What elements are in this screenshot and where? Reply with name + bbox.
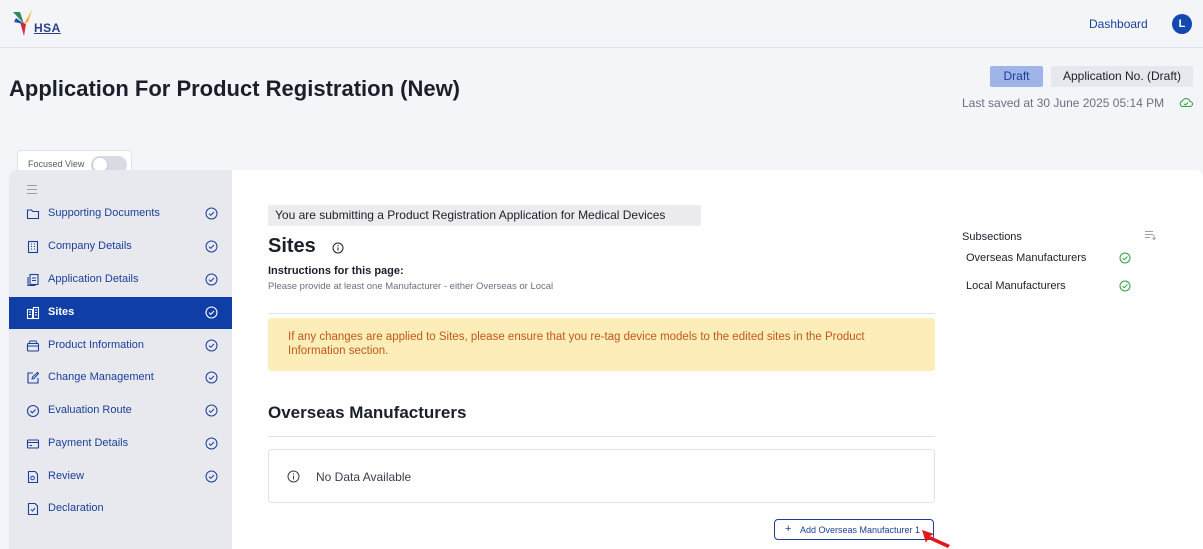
page-title: Application For Product Registration (Ne… bbox=[9, 76, 461, 101]
plus-icon: + bbox=[785, 523, 792, 535]
sidebar-item-application-details[interactable]: Application Details bbox=[9, 264, 232, 296]
sidebar: Supporting Documents Company Details App… bbox=[9, 170, 232, 549]
info-icon bbox=[287, 470, 300, 483]
top-bar: HSA Dashboard L bbox=[0, 0, 1203, 48]
check-circle-icon bbox=[205, 437, 218, 450]
check-circle-icon bbox=[205, 306, 218, 319]
focused-view-label: Focused View bbox=[28, 159, 85, 169]
sidebar-item-label: Supporting Documents bbox=[48, 207, 160, 219]
check-circle-icon bbox=[205, 339, 218, 352]
divider bbox=[268, 436, 935, 437]
hsa-logo[interactable]: HSA bbox=[10, 8, 70, 42]
buildings-icon bbox=[26, 306, 40, 320]
sidebar-item-supporting-documents[interactable]: Supporting Documents bbox=[9, 198, 232, 230]
menu-icon[interactable] bbox=[27, 185, 37, 194]
add-overseas-manufacturer-button[interactable]: + Add Overseas Manufacturer 1 bbox=[774, 519, 934, 540]
logo-text: HSA bbox=[34, 21, 61, 35]
add-button-label: Add Overseas Manufacturer 1 bbox=[800, 525, 921, 535]
info-icon[interactable] bbox=[332, 242, 344, 254]
section-title: Sites bbox=[268, 235, 316, 257]
no-data-text: No Data Available bbox=[316, 470, 412, 484]
sidebar-item-label: Product Information bbox=[48, 339, 144, 351]
empty-state: No Data Available bbox=[268, 449, 935, 503]
sidebar-item-label: Sites bbox=[48, 306, 75, 318]
instructions-title: Instructions for this page: bbox=[268, 265, 404, 277]
list-sort-icon[interactable] bbox=[1144, 230, 1156, 240]
check-circle-icon bbox=[205, 470, 218, 483]
check-circle-icon bbox=[1119, 280, 1131, 292]
sidebar-item-label: Change Management bbox=[48, 371, 154, 383]
pointer-arrow-icon bbox=[922, 530, 950, 548]
sidebar-item-sites[interactable]: Sites bbox=[9, 297, 232, 329]
submission-banner: You are submitting a Product Registratio… bbox=[268, 205, 701, 226]
check-circle-icon bbox=[1119, 252, 1131, 264]
application-number-badge: Application No. (Draft) bbox=[1051, 66, 1193, 87]
edit-icon bbox=[27, 371, 40, 384]
sidebar-item-product-information[interactable]: Product Information bbox=[9, 330, 232, 362]
sidebar-item-declaration[interactable]: Declaration bbox=[9, 493, 232, 525]
sidebar-item-payment-details[interactable]: Payment Details bbox=[9, 428, 232, 460]
sidebar-item-label: Application Details bbox=[48, 273, 139, 285]
sidebar-item-label: Review bbox=[48, 470, 85, 482]
divider bbox=[268, 313, 935, 314]
subsections-title: Subsections bbox=[962, 231, 1022, 243]
subsection-overseas-manufacturers[interactable]: Overseas Manufacturers bbox=[966, 252, 1086, 264]
last-saved-text: Last saved at 30 June 2025 05:14 PM bbox=[962, 96, 1165, 110]
check-circle-icon bbox=[26, 404, 40, 418]
review-document-icon bbox=[27, 470, 39, 484]
cloud-check-icon bbox=[1179, 98, 1193, 107]
check-circle-icon bbox=[205, 404, 218, 417]
check-circle-icon bbox=[205, 240, 218, 253]
sidebar-item-label: Payment Details bbox=[48, 437, 129, 449]
sidebar-item-company-details[interactable]: Company Details bbox=[9, 231, 232, 263]
sidebar-item-label: Evaluation Route bbox=[48, 404, 132, 416]
sidebar-item-label: Company Details bbox=[48, 240, 132, 252]
dashboard-link[interactable]: Dashboard bbox=[1089, 17, 1148, 31]
folder-icon bbox=[26, 209, 40, 220]
sidebar-item-evaluation-route[interactable]: Evaluation Route bbox=[9, 395, 232, 427]
sidebar-item-change-management[interactable]: Change Management bbox=[9, 362, 232, 394]
check-circle-icon bbox=[205, 207, 218, 220]
document-stack-icon bbox=[27, 273, 39, 287]
overseas-manufacturers-title: Overseas Manufacturers bbox=[268, 403, 467, 422]
check-circle-icon bbox=[205, 273, 218, 286]
warning-text: If any changes are applied to Sites, ple… bbox=[288, 331, 865, 357]
subsection-local-manufacturers[interactable]: Local Manufacturers bbox=[966, 280, 1066, 292]
warning-alert: If any changes are applied to Sites, ple… bbox=[268, 318, 935, 371]
status-badge: Draft bbox=[990, 66, 1043, 87]
instructions-text: Please provide at least one Manufacturer… bbox=[268, 281, 554, 292]
avatar[interactable]: L bbox=[1172, 14, 1192, 34]
credit-card-icon bbox=[26, 439, 40, 449]
sidebar-item-label: Declaration bbox=[48, 502, 104, 514]
sidebar-item-review[interactable]: Review bbox=[9, 461, 232, 493]
check-circle-icon bbox=[205, 371, 218, 384]
box-icon bbox=[26, 340, 40, 352]
declaration-document-icon bbox=[27, 502, 39, 516]
building-icon bbox=[27, 240, 39, 254]
